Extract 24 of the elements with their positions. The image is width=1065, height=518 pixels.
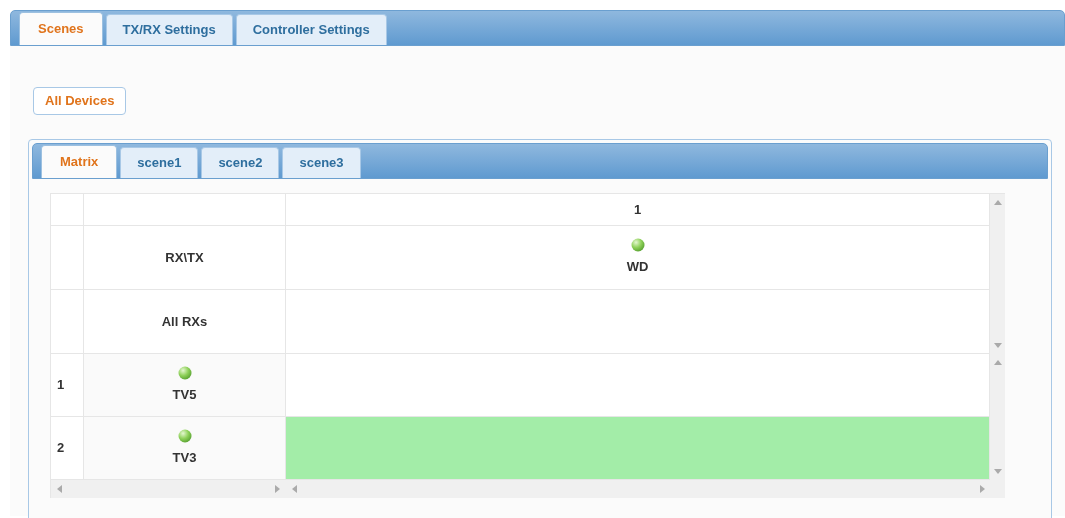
tab[interactable]: scene3: [282, 147, 361, 178]
tab[interactable]: Controller Settings: [235, 14, 387, 45]
scroll-up-icon[interactable]: [993, 200, 1002, 205]
scroll-up-icon[interactable]: [993, 360, 1002, 365]
matrix-cell[interactable]: [286, 417, 990, 480]
tab[interactable]: scene1: [120, 147, 199, 178]
scroll-right-icon[interactable]: [275, 485, 280, 493]
tab[interactable]: scene2: [201, 147, 280, 178]
matrix-cell[interactable]: [286, 354, 990, 417]
scroll-right-icon[interactable]: [980, 485, 985, 493]
device-name: TV5: [172, 385, 197, 404]
device-name: TV3: [172, 448, 197, 467]
all-devices-button[interactable]: All Devices: [33, 87, 127, 115]
scroll-left-icon[interactable]: [57, 485, 62, 493]
tab[interactable]: Scenes: [19, 12, 103, 45]
tab[interactable]: TX/RX Settings: [105, 14, 233, 45]
scrollbar[interactable]: [990, 194, 1005, 354]
scroll-left-icon[interactable]: [292, 485, 297, 493]
column-header: 1: [286, 194, 990, 226]
scroll-down-icon[interactable]: [993, 469, 1002, 474]
tab[interactable]: Matrix: [41, 145, 118, 178]
device-name: WD: [626, 258, 649, 277]
corner-label: RX\TX: [84, 226, 286, 290]
scroll-down-icon[interactable]: [993, 343, 1002, 348]
